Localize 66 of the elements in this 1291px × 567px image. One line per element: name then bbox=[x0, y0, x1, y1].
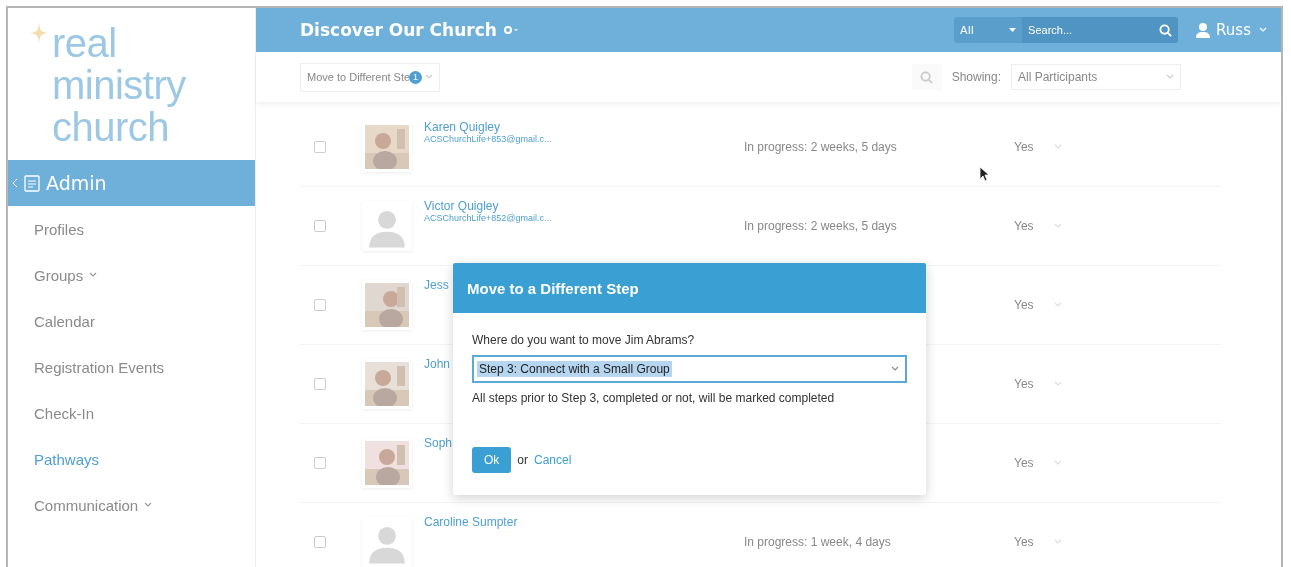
mouse-cursor-icon bbox=[979, 166, 990, 182]
row-checkbox[interactable] bbox=[314, 536, 326, 548]
table-cell-text: Yes bbox=[1013, 219, 1035, 233]
sidebar-item[interactable]: Registration Events bbox=[8, 344, 255, 390]
search-button[interactable] bbox=[1152, 17, 1179, 43]
sidebar-item[interactable]: Communication bbox=[8, 482, 255, 528]
table-cell-text: Yes bbox=[1013, 140, 1035, 154]
scope-dropdown[interactable]: All bbox=[954, 17, 1023, 43]
row-checkbox[interactable] bbox=[314, 457, 326, 469]
status-text: In progress: 2 weeks, 5 days bbox=[744, 140, 898, 154]
count-badge: 1 bbox=[409, 70, 423, 84]
person-name[interactable]: Caroline Sumpter bbox=[424, 515, 744, 529]
showing-label: Showing: bbox=[951, 70, 1001, 84]
sidebar-item[interactable]: Profiles bbox=[8, 206, 255, 252]
search-icon bbox=[1158, 23, 1172, 37]
person-name[interactable]: Victor Quigley bbox=[424, 199, 744, 213]
logo-text: ministry bbox=[52, 64, 186, 106]
person-email: ACSChurchLife+852@gmail.c... bbox=[424, 213, 553, 223]
cancel-link[interactable]: Cancel bbox=[534, 453, 572, 467]
table-cell-text: Yes bbox=[1013, 377, 1035, 391]
row-checkbox[interactable] bbox=[314, 378, 326, 390]
dialog-question: Where do you want to move Jim Abrams? bbox=[472, 333, 696, 347]
chevron-down-icon bbox=[1259, 27, 1267, 33]
chevron-left-icon bbox=[12, 178, 18, 188]
search-icon bbox=[920, 70, 934, 84]
logo-text: real bbox=[52, 22, 118, 64]
action-dropdown[interactable]: Move to Different Ste 1 bbox=[300, 62, 441, 92]
caret-icon bbox=[1009, 28, 1017, 32]
settings-icon[interactable] bbox=[502, 25, 519, 35]
logo-text: church bbox=[52, 106, 170, 148]
showing-dropdown[interactable]: All Participants bbox=[1011, 64, 1181, 90]
clipboard-icon bbox=[24, 174, 40, 192]
ok-button[interactable]: Ok bbox=[472, 447, 512, 473]
sidebar-item[interactable]: Groups bbox=[8, 252, 255, 298]
person-email: ACSChurchLife+853@gmail.c... bbox=[424, 134, 553, 144]
row-menu-icon bbox=[1054, 539, 1062, 545]
status-text: In progress: 2 weeks, 5 days bbox=[744, 219, 898, 233]
user-menu[interactable]: Russ bbox=[1216, 21, 1251, 39]
dialog-title: Move to a Different Step bbox=[453, 263, 926, 313]
user-icon bbox=[1196, 22, 1211, 38]
chevron-down-icon bbox=[891, 366, 899, 372]
row-checkbox[interactable] bbox=[314, 141, 326, 153]
sidebar-item[interactable]: Pathways bbox=[8, 436, 255, 482]
row-checkbox[interactable] bbox=[314, 220, 326, 232]
row-checkbox[interactable] bbox=[314, 299, 326, 311]
row-menu-icon bbox=[1054, 144, 1062, 150]
chevron-down-icon bbox=[1166, 74, 1174, 80]
or-text: or bbox=[517, 453, 528, 467]
sidebar-item[interactable]: Check-In bbox=[8, 390, 255, 436]
row-menu-icon bbox=[1054, 223, 1062, 229]
search-button[interactable] bbox=[911, 64, 942, 90]
person-name[interactable]: Karen Quigley bbox=[424, 120, 744, 134]
status-text: In progress: 1 week, 4 days bbox=[744, 535, 892, 549]
page-title: Discover Our Church bbox=[300, 20, 497, 40]
sidebar-item[interactable]: Calendar bbox=[8, 298, 255, 344]
row-menu-icon bbox=[1054, 381, 1062, 387]
table-cell-text: Yes bbox=[1013, 535, 1035, 549]
dialog-note: All steps prior to Step 3, completed or not, will be marked completed bbox=[472, 391, 836, 405]
table-cell-text: Yes bbox=[1013, 456, 1035, 470]
row-menu-icon bbox=[1054, 302, 1062, 308]
sidebar-section[interactable]: Admin bbox=[8, 160, 255, 206]
table-cell-text: Yes bbox=[1013, 298, 1035, 312]
step-dropdown[interactable]: Step 3: Connect with a Small Group bbox=[472, 355, 907, 383]
row-menu-icon bbox=[1054, 460, 1062, 466]
chevron-down-icon bbox=[425, 74, 434, 80]
search-field[interactable]: Search... bbox=[1022, 17, 1153, 43]
